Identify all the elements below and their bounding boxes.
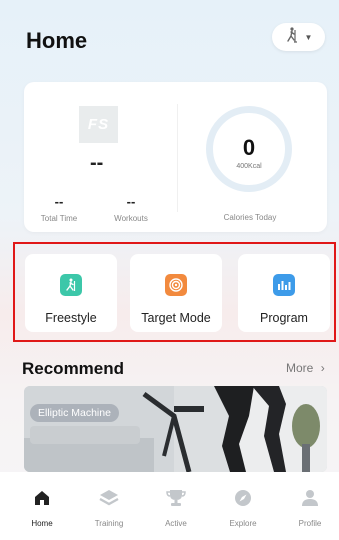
more-link[interactable]: More › (286, 361, 325, 375)
recommend-card-elliptic-machine[interactable]: Elliptic Machine (24, 386, 327, 472)
distance-value: -- (90, 152, 104, 174)
nav-item-explore[interactable]: Explore (215, 488, 271, 528)
total-time-stat: -- Total Time (34, 194, 84, 223)
freestyle-mode-card[interactable]: Freestyle (25, 254, 117, 332)
calories-goal: 400Kcal (236, 163, 262, 170)
total-time-label: Total Time (40, 214, 78, 223)
person-icon (282, 488, 338, 508)
bottom-nav: Home Training Active Explore Profile (0, 472, 339, 540)
nav-item-training[interactable]: Training (81, 488, 137, 528)
page-title: Home (26, 28, 88, 53)
target-mode-label: Target Mode (141, 311, 211, 325)
nav-label-training: Training (94, 519, 124, 528)
calories-value: 0 (242, 135, 256, 160)
nav-item-active[interactable]: Active (148, 488, 204, 528)
stats-card: FS -- -- Total Time -- Workouts 0 400Kca… (24, 82, 327, 232)
program-label: Program (260, 311, 308, 325)
chevron-down-icon: ▼ (304, 32, 313, 42)
workouts-value: -- (126, 194, 136, 209)
home-icon (14, 488, 70, 508)
brand-logo: FS (79, 106, 118, 143)
nav-item-profile[interactable]: Profile (282, 488, 338, 528)
device-selector-button[interactable]: ▼ (272, 23, 325, 51)
nav-label-explore: Explore (229, 519, 257, 528)
freestyle-label: Freestyle (45, 311, 97, 325)
freestyle-icon (60, 274, 82, 296)
workouts-label: Workouts (114, 214, 148, 223)
nav-label-home: Home (31, 519, 53, 528)
target-icon (165, 274, 187, 296)
compass-icon (215, 488, 271, 508)
trophy-icon (148, 488, 204, 508)
elliptical-machine-icon (285, 26, 299, 48)
calories-ring: 0 400Kcal (206, 106, 292, 192)
calories-label: Calories Today (223, 213, 277, 222)
recommend-title: Recommend (22, 359, 125, 378)
target-mode-card[interactable]: Target Mode (130, 254, 222, 332)
layers-icon (81, 488, 137, 508)
total-time-value: -- (54, 194, 64, 209)
divider (177, 104, 178, 212)
recommend-photo (24, 386, 327, 472)
recommend-card-label: Elliptic Machine (30, 404, 119, 422)
chevron-right-icon: › (320, 361, 325, 375)
program-chart-icon (273, 274, 295, 296)
program-mode-card[interactable]: Program (238, 254, 330, 332)
nav-item-home[interactable]: Home (14, 488, 70, 528)
nav-label-active: Active (165, 519, 187, 528)
nav-label-profile: Profile (298, 519, 322, 528)
workouts-stat: -- Workouts (106, 194, 156, 223)
header: Home ▼ (0, 0, 339, 70)
